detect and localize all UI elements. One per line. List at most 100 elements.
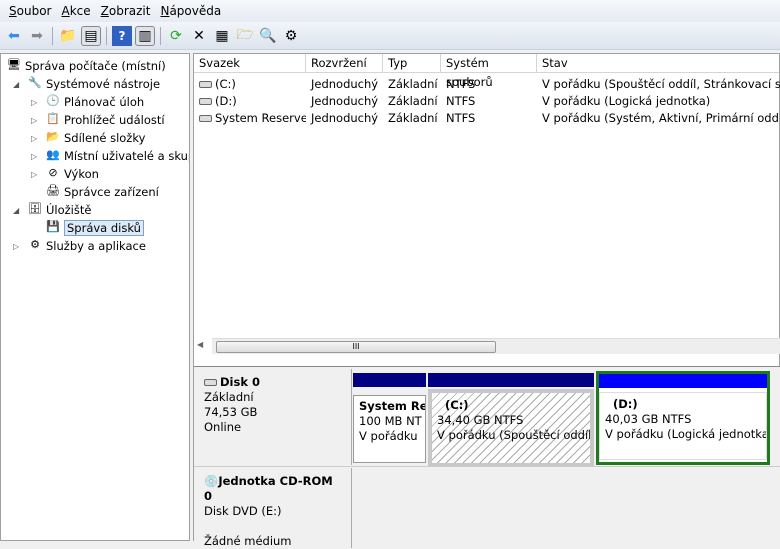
volume-cell: NTFS xyxy=(446,94,476,108)
cdrom-label[interactable]: 💿Jednotka CD-ROM 0 Disk DVD (E:) Žádné m… xyxy=(194,468,352,548)
tree-item-label: Systémové nástroje xyxy=(46,77,161,91)
partition-status: V pořádku (Spouštěcí oddíl, S xyxy=(437,428,594,442)
cell: Základní xyxy=(383,110,441,127)
tree-item[interactable]: ▷ ⚙ Služby a aplikace xyxy=(13,237,146,255)
tree-item-icon: 🖨 xyxy=(46,184,60,197)
partition-d[interactable]: (D:) 40,03 GB NTFS V pořádku (Logická jedn… xyxy=(596,371,770,465)
cdrom-name: Jednotka CD-ROM 0 xyxy=(204,474,333,503)
partition-name: System Re xyxy=(359,399,426,413)
help-icon[interactable]: ? xyxy=(112,25,132,46)
horizontal-scrollbar[interactable]: III xyxy=(212,338,780,354)
tree-item-icon: 🔧 xyxy=(28,76,42,89)
back-icon[interactable]: ⬅ xyxy=(4,26,24,46)
volume-cell: Základní xyxy=(388,111,438,125)
tree-item-icon: 🕒 xyxy=(46,94,60,107)
show-action-pane-icon[interactable]: ▥ xyxy=(135,25,155,46)
volume-cell: (C:) xyxy=(215,77,236,91)
disk0-size: 74,53 GB xyxy=(204,405,258,419)
column-svazek[interactable]: Svazek xyxy=(194,54,306,73)
toolbar: ⬅ ➡ 📁 ▤ ? ▥ ⟳ ✕ ▦ 🗁 🔍 ⚙ xyxy=(0,22,780,50)
partition-name: (D:) xyxy=(613,397,638,411)
volume-cell: (D:) xyxy=(215,94,237,108)
menu-napoveda[interactable]: Nápověda xyxy=(160,4,221,18)
volume-row[interactable]: (C:) Jednoduchý Základní NTFS V pořádku (Spo… xyxy=(194,76,780,93)
expand-arrow-icon[interactable]: ▷ xyxy=(31,170,37,179)
partition-c[interactable]: (C:) 34,40 GB NTFS V pořádku (Spouštěcí od… xyxy=(428,373,594,467)
show-hide-tree-icon[interactable]: ▤ xyxy=(81,25,101,46)
delete-icon[interactable]: ✕ xyxy=(189,26,209,46)
menu-akce[interactable]: Akce xyxy=(61,4,90,18)
volume-icon xyxy=(199,98,212,105)
scroll-left-arrow[interactable]: ◀ xyxy=(197,340,203,349)
expand-arrow-icon[interactable]: ▷ xyxy=(31,152,37,161)
disk-map: Disk 0 Základní 74,53 GB Online System R… xyxy=(194,366,780,548)
column-typ[interactable]: Typ xyxy=(383,54,441,73)
expand-arrow-icon[interactable]: ▷ xyxy=(31,98,37,107)
search-icon[interactable]: 🔍 xyxy=(258,26,278,46)
tree-item[interactable]: ◢ 🗄 Úložiště xyxy=(13,201,92,219)
volume-cell: NTFS xyxy=(446,111,476,125)
expand-arrow-icon[interactable]: ▷ xyxy=(31,116,37,125)
up-folder-icon[interactable]: 📁 xyxy=(58,26,78,46)
cell: NTFS xyxy=(441,93,537,110)
cell: Jednoduchý xyxy=(306,110,383,127)
tree-item[interactable]: ◢ 🔧 Systémové nástroje xyxy=(13,75,161,93)
partition-size: 34,40 GB NTFS xyxy=(437,413,524,427)
volume-row[interactable]: System Reserved Jednoduchý Základní NTFS V p… xyxy=(194,110,780,127)
tree-item[interactable]: 💾 Správa disků xyxy=(45,219,144,237)
tree-item-icon: ⊘ xyxy=(48,166,58,179)
tree-item[interactable]: ▷ 🕒 Plánovač úloh xyxy=(31,93,145,111)
forward-icon[interactable]: ➡ xyxy=(27,26,47,46)
tree-item[interactable]: 🖥 Správa počítače (místní) xyxy=(6,57,166,75)
column-rozvrzeni[interactable]: Rozvržení xyxy=(306,54,383,73)
open-folder-icon[interactable]: 🗁 xyxy=(235,26,255,46)
expand-arrow-icon[interactable]: ▷ xyxy=(31,134,37,143)
expand-arrow-icon[interactable]: ▷ xyxy=(13,242,19,251)
partition-status: V pořádku (Logická jednotka xyxy=(605,427,767,441)
volume-cell: V pořádku (Spouštěcí oddíl, Stránkovací … xyxy=(542,77,780,91)
volume-cell: Základní xyxy=(388,94,438,108)
properties-icon[interactable]: ▦ xyxy=(212,26,232,46)
refresh-icon[interactable]: ⟳ xyxy=(166,26,186,46)
tree-item[interactable]: ▷ ⊘ Výkon xyxy=(31,165,99,183)
cell: V pořádku (Spouštěcí oddíl, Stránkovací … xyxy=(537,76,780,93)
expand-arrow-icon[interactable]: ◢ xyxy=(13,80,19,89)
partition-name: (C:) xyxy=(445,398,469,412)
cell: (D:) xyxy=(194,93,306,110)
list-header: Svazek Rozvržení Typ Systém souborů Stav xyxy=(194,54,780,89)
volume-row[interactable]: (D:) Jednoduchý Základní NTFS V pořádku (Log… xyxy=(194,93,779,110)
tree-item-label: Místní uživatelé a skupiny xyxy=(64,149,189,163)
scrollbar-thumb[interactable]: III xyxy=(216,341,496,353)
cell: Jednoduchý xyxy=(306,93,383,110)
partition-system-reserved[interactable]: System Re 100 MB NT V pořádku xyxy=(353,373,426,463)
column-system-souboru[interactable]: Systém souborů xyxy=(441,54,537,89)
expand-arrow-icon[interactable]: ◢ xyxy=(13,206,19,215)
tree-item-label: Správce zařízení xyxy=(64,185,159,199)
menu-zobrazit[interactable]: Zobrazit xyxy=(101,4,151,18)
tree-item-label: Plánovač úloh xyxy=(64,95,145,109)
partition-size: 40,03 GB NTFS xyxy=(605,412,692,426)
tree-item-label: Úložiště xyxy=(46,203,92,217)
settings-icon[interactable]: ⚙ xyxy=(281,26,301,46)
menu-soubor[interactable]: Soubor xyxy=(9,4,51,18)
tree-item-icon: 📋 xyxy=(46,112,60,125)
volume-cell: Jednoduchý xyxy=(311,111,379,125)
disk0-name: Disk 0 xyxy=(220,375,260,389)
tree-item-label: Správa disků xyxy=(64,220,144,236)
column-stav[interactable]: Stav xyxy=(537,54,780,73)
volume-cell: Základní xyxy=(388,77,438,91)
tree-item[interactable]: ▷ 📋 Prohlížeč událostí xyxy=(31,111,165,129)
tree-item-label: Sdílené složky xyxy=(64,131,146,145)
cell: V pořádku (Logická jednotka) xyxy=(537,93,780,110)
volume-cell: System Reserved xyxy=(215,111,306,125)
disk0-label[interactable]: Disk 0 Základní 74,53 GB Online xyxy=(194,369,352,465)
tree-item[interactable]: ▷ 👥 Místní uživatelé a skupiny xyxy=(31,147,189,165)
tree-item-label: Prohlížeč událostí xyxy=(64,113,165,127)
cdrom-type: Disk DVD (E:) xyxy=(204,504,282,518)
volume-cell: V pořádku (Systém, Aktivní, Primární odd… xyxy=(542,111,780,125)
tree-item[interactable]: ▷ 📂 Sdílené složky xyxy=(31,129,146,147)
tree-item-icon: 👥 xyxy=(46,148,60,161)
tree-item-label: Správa počítače (místní) xyxy=(25,59,166,73)
tree-item[interactable]: 🖨 Správce zařízení xyxy=(45,183,159,201)
volume-icon xyxy=(199,115,212,122)
